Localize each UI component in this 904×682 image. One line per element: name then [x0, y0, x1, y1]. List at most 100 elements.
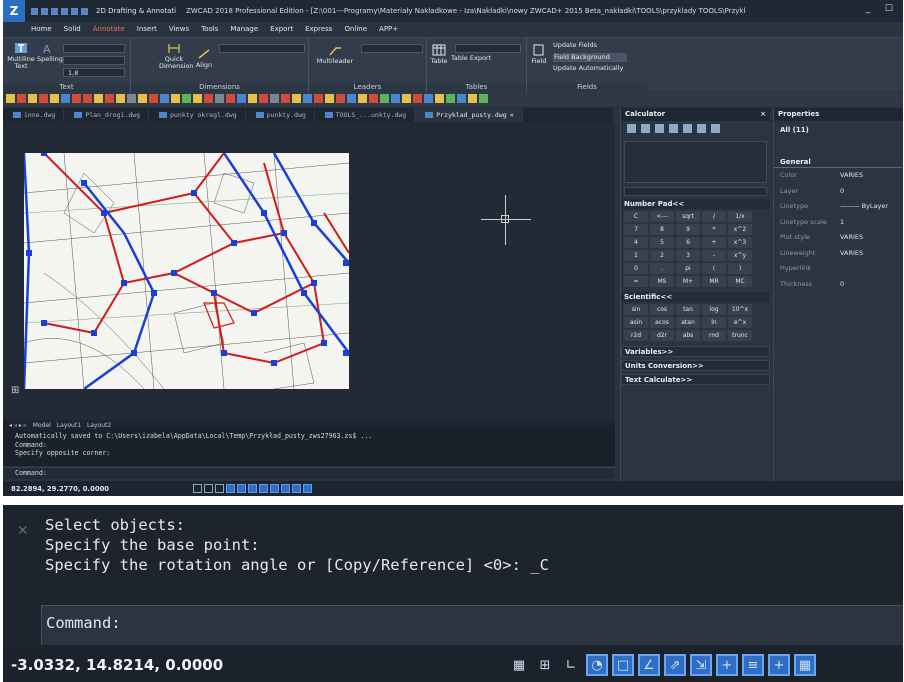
calculator-input[interactable]	[624, 187, 767, 196]
quick-properties-icon[interactable]: +	[768, 654, 790, 676]
property-row[interactable]: Plot style VARIES	[774, 230, 903, 246]
key[interactable]: sqrt	[676, 211, 700, 222]
close-icon[interactable]: ✕	[17, 523, 29, 539]
polar-tracking-icon[interactable]	[226, 484, 235, 493]
dynamic-ucs-icon[interactable]: ⇗	[664, 654, 686, 676]
tool-icon[interactable]	[39, 94, 48, 103]
key[interactable]: MR	[702, 276, 726, 287]
category-general[interactable]: General	[774, 157, 903, 168]
quick-dimension-button[interactable]: Quick Dimension	[159, 42, 194, 70]
selection-cycling-icon[interactable]	[292, 484, 301, 493]
tool-icon[interactable]	[314, 94, 323, 103]
doc-tab[interactable]: punkty okregl.dwg	[149, 108, 246, 122]
property-row[interactable]: Linetype scale 1	[774, 215, 903, 231]
snap-mode-icon[interactable]: ▦	[508, 654, 530, 676]
tool-icon[interactable]	[325, 94, 334, 103]
key[interactable]: <---	[650, 211, 674, 222]
tool-icon[interactable]	[28, 94, 37, 103]
ortho-mode-icon[interactable]	[215, 484, 224, 493]
property-row[interactable]: Linetype ——— ByLayer	[774, 199, 903, 215]
quick-properties-icon[interactable]	[303, 484, 312, 493]
multileader-style-dropdown[interactable]	[361, 44, 423, 53]
key[interactable]: =	[624, 276, 648, 287]
number-pad-header[interactable]: Number Pad<<	[621, 199, 770, 209]
key[interactable]: 7	[624, 224, 648, 235]
key[interactable]: rnd	[702, 330, 726, 341]
key[interactable]: 9	[676, 224, 700, 235]
key[interactable]: x^2	[728, 224, 752, 235]
tool-icon[interactable]	[149, 94, 158, 103]
key[interactable]: trunc	[728, 330, 752, 341]
update-fields-button[interactable]: Update Fields	[553, 42, 643, 49]
tool-icon[interactable]	[105, 94, 114, 103]
tool-icon[interactable]	[446, 94, 455, 103]
selection-dropdown[interactable]: All (11)	[774, 121, 903, 139]
selection-cycling-icon[interactable]: ▦	[794, 654, 816, 676]
key[interactable]: r2d	[624, 330, 648, 341]
key[interactable]: d2r	[650, 330, 674, 341]
tool-icon[interactable]	[116, 94, 125, 103]
command-input-zoom[interactable]: Command:	[41, 605, 903, 645]
history-icon[interactable]	[641, 124, 650, 133]
doc-tab-active[interactable]: Przyklad_pusty.dwg ×	[415, 108, 523, 122]
key[interactable]: 4	[624, 237, 648, 248]
update-automatically-button[interactable]: Update Automatically	[553, 65, 645, 72]
open-icon[interactable]	[41, 7, 48, 15]
key[interactable]: x^3	[728, 237, 752, 248]
key[interactable]: x^y	[728, 250, 752, 261]
lineweight-display-icon[interactable]: ≡	[742, 654, 764, 676]
text-calculate-section[interactable]: Text Calculate>>	[621, 374, 770, 385]
tool-icon[interactable]	[435, 94, 444, 103]
angle-icon[interactable]	[683, 124, 692, 133]
dynamic-input-icon[interactable]	[270, 484, 279, 493]
tab-home[interactable]: Home	[25, 22, 58, 36]
key[interactable]: 10^x	[728, 304, 752, 315]
window-controls[interactable]: _ ☐	[866, 4, 899, 14]
tool-icon[interactable]	[182, 94, 191, 103]
key[interactable]: *	[702, 224, 726, 235]
dynamic-input-icon[interactable]: ⇲	[690, 654, 712, 676]
undo-icon[interactable]	[71, 7, 78, 15]
text-height-dropdown[interactable]: 1,8	[63, 68, 125, 77]
tab-annotate[interactable]: Annotate	[87, 22, 131, 36]
tool-icon[interactable]	[281, 94, 290, 103]
tool-icon[interactable]	[160, 94, 169, 103]
object-snap-tracking-icon[interactable]: ∠	[638, 654, 660, 676]
intersection-icon[interactable]	[697, 124, 706, 133]
table-button[interactable]: Table	[429, 44, 449, 65]
tool-icon[interactable]	[402, 94, 411, 103]
tool-icon[interactable]	[347, 94, 356, 103]
tool-icon[interactable]	[479, 94, 488, 103]
key[interactable]: .	[650, 263, 674, 274]
key[interactable]: /	[702, 211, 726, 222]
tool-icon[interactable]	[369, 94, 378, 103]
tool-icon[interactable]	[424, 94, 433, 103]
tool-icon[interactable]	[457, 94, 466, 103]
key[interactable]: 8	[650, 224, 674, 235]
doc-tab[interactable]: punkty.dwg	[246, 108, 315, 122]
tool-icon[interactable]	[358, 94, 367, 103]
object-snap-icon[interactable]: □	[612, 654, 634, 676]
key[interactable]: )	[728, 263, 752, 274]
tab-tools[interactable]: Tools	[195, 22, 224, 36]
key[interactable]: 1	[624, 250, 648, 261]
tool-icon[interactable]	[6, 94, 15, 103]
workspace-selector[interactable]: 2D Drafting & Annotati	[96, 7, 176, 15]
tab-layout1[interactable]: Layout1	[57, 422, 81, 429]
tool-icon[interactable]	[292, 94, 301, 103]
key[interactable]: -	[702, 250, 726, 261]
dimension-style-dropdown[interactable]	[219, 44, 305, 53]
tab-manage[interactable]: Manage	[224, 22, 264, 36]
table-export-button[interactable]: Table Export	[451, 55, 507, 62]
doc-tab[interactable]: TOOLS_...unkty.dwg	[315, 108, 416, 122]
tool-icon[interactable]	[83, 94, 92, 103]
tool-icon[interactable]	[50, 94, 59, 103]
key[interactable]: 1/x	[728, 211, 752, 222]
key[interactable]: log	[702, 304, 726, 315]
distance-icon[interactable]	[669, 124, 678, 133]
tool-icon[interactable]	[468, 94, 477, 103]
tool-icon[interactable]	[303, 94, 312, 103]
key[interactable]: 0	[624, 263, 648, 274]
tab-express[interactable]: Express	[299, 22, 338, 36]
tool-icon[interactable]	[215, 94, 224, 103]
